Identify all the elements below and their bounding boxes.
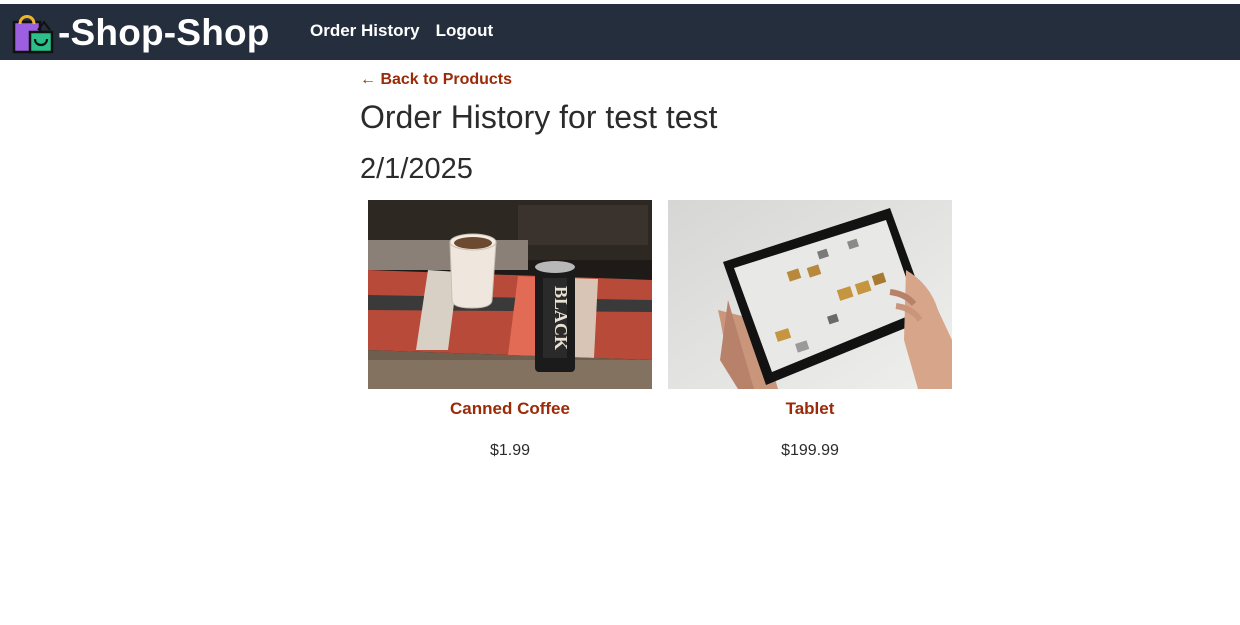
order-date: 2/1/2025 [360, 153, 473, 185]
item-price: $1.99 [489, 442, 531, 459]
svg-text:BLACK: BLACK [551, 286, 571, 350]
shopping-bag-icon [12, 15, 54, 54]
item-price: $199.99 [781, 442, 839, 459]
back-to-products-link[interactable]: ← Back to Products [360, 70, 512, 89]
order-item-card: BLACK Canned Coffee $1.99 [368, 200, 652, 461]
nav-logout[interactable]: Logout [436, 21, 494, 41]
order-items: BLACK Canned Coffee $1.99 Tablet $199.99 [368, 200, 960, 461]
order-item-card: Tablet $199.99 [668, 200, 952, 461]
navbar: -Shop-Shop Order History Logout [0, 4, 1240, 60]
order-group: 2/1/2025 BLACK Canned Coffee $1.99 Table… [360, 152, 960, 461]
nav-links: Order History Logout [310, 21, 493, 41]
main-content: ← Back to Products Order History for tes… [360, 60, 960, 461]
page-title: Order History for test test [360, 99, 718, 135]
item-name-link[interactable]: Tablet [668, 399, 952, 419]
tablet-photo [668, 200, 952, 389]
nav-order-history[interactable]: Order History [310, 21, 420, 41]
brand-logo-link[interactable]: -Shop-Shop [12, 12, 270, 54]
canned-coffee-photo: BLACK [368, 200, 652, 389]
item-name-link[interactable]: Canned Coffee [368, 399, 652, 419]
canned-coffee-image[interactable]: BLACK [368, 200, 652, 389]
tablet-image[interactable] [668, 200, 952, 389]
brand-name: -Shop-Shop [58, 12, 270, 53]
